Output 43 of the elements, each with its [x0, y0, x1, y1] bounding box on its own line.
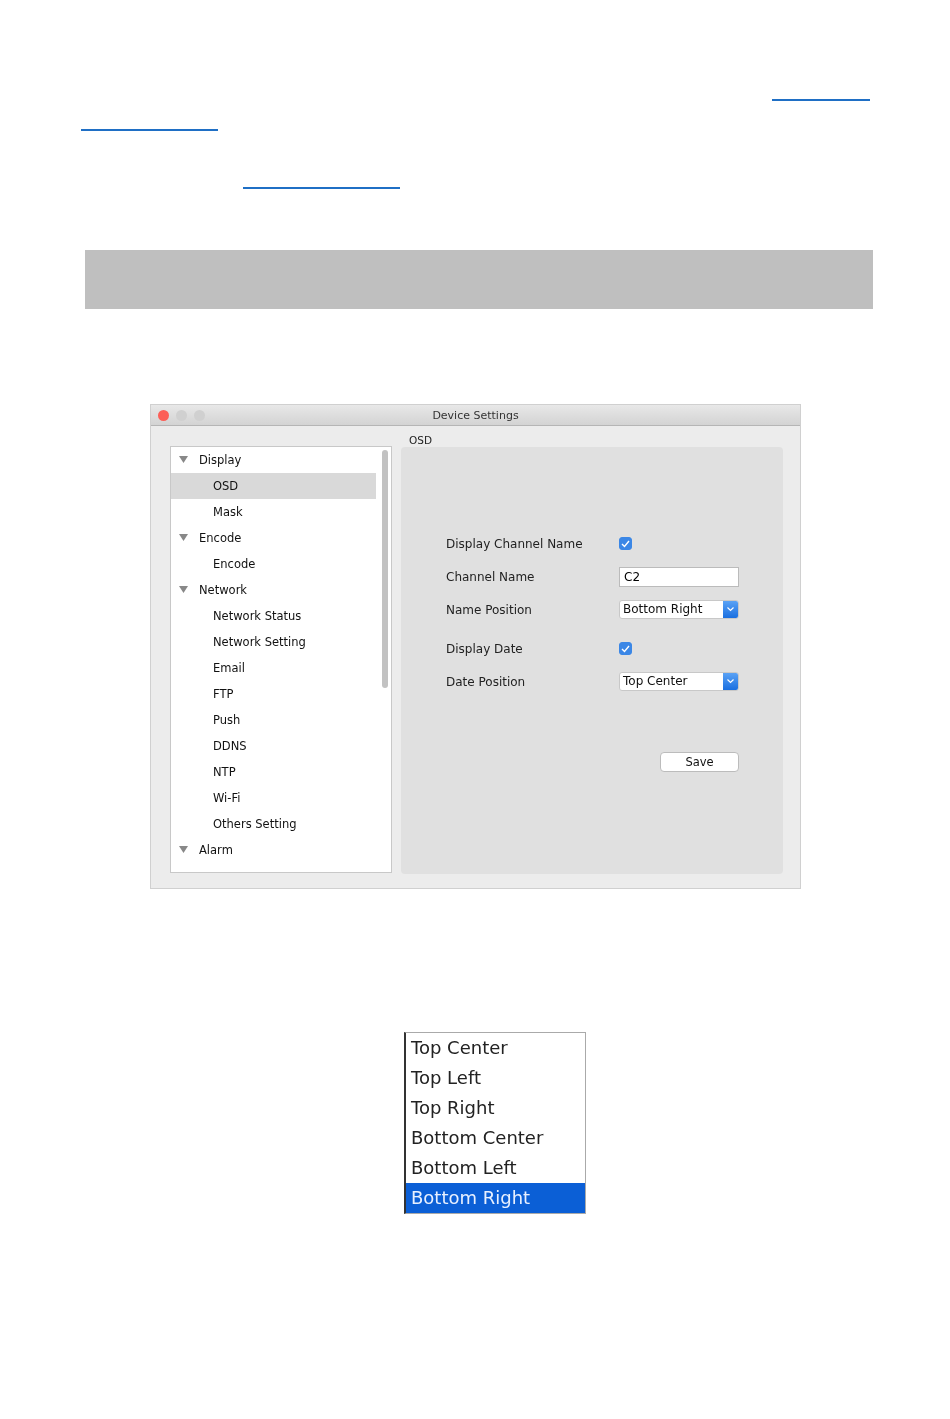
- dropdown-option[interactable]: Top Left: [406, 1063, 585, 1093]
- tree-item[interactable]: Encode: [171, 551, 376, 577]
- close-button[interactable]: [158, 409, 169, 421]
- disclosure-triangle-icon[interactable]: [179, 534, 188, 542]
- field-label: Name Position: [446, 602, 533, 617]
- dropdown-option[interactable]: Bottom Center: [406, 1123, 585, 1153]
- tree-item[interactable]: Email: [171, 655, 376, 681]
- tree-item[interactable]: Encode: [171, 525, 376, 551]
- chevron-icon[interactable]: [723, 601, 738, 618]
- dropdown-option[interactable]: Top Right: [406, 1093, 585, 1123]
- field-label: Channel Name: [446, 569, 536, 584]
- checkbox[interactable]: [619, 537, 632, 550]
- field-label: Display Date: [446, 641, 524, 656]
- tree-item[interactable]: Network Status: [171, 603, 376, 629]
- tree-item[interactable]: FTP: [171, 681, 376, 707]
- disclosure-triangle-icon[interactable]: [179, 846, 188, 854]
- window-title: Device Settings: [432, 408, 519, 422]
- tree-item[interactable]: OSD: [171, 473, 376, 499]
- tree-item[interactable]: Network: [171, 577, 376, 603]
- dropdown-option[interactable]: Bottom Right: [406, 1183, 585, 1213]
- tree-item[interactable]: Mask: [171, 499, 376, 525]
- tree-item[interactable]: Display: [171, 447, 376, 473]
- save-button[interactable]: Save: [660, 752, 739, 772]
- field-label: Date Position: [446, 674, 527, 689]
- tree-item[interactable]: DDNS: [171, 733, 376, 759]
- tree-item[interactable]: Wi-Fi: [171, 785, 376, 811]
- scrollbar-thumb[interactable]: [382, 450, 388, 688]
- field-label: Display Channel Name: [446, 536, 584, 551]
- channel-name-field[interactable]: C2: [619, 566, 739, 587]
- checkbox[interactable]: [619, 642, 632, 655]
- position-dropdown[interactable]: Bottom Right: [619, 600, 739, 619]
- tree-item[interactable]: Alarm: [171, 837, 376, 863]
- dropdown-option[interactable]: Bottom Left: [406, 1153, 585, 1183]
- chevron-icon[interactable]: [723, 673, 738, 690]
- tree-item[interactable]: Push: [171, 707, 376, 733]
- tree-item[interactable]: Network Setting: [171, 629, 376, 655]
- dropdown-option[interactable]: Top Center: [406, 1033, 585, 1063]
- tree-item[interactable]: NTP: [171, 759, 376, 785]
- tree-item[interactable]: Others Setting: [171, 811, 376, 837]
- position-dropdown[interactable]: Top Center: [619, 672, 739, 691]
- disclosure-triangle-icon[interactable]: [179, 586, 188, 594]
- panel-title: OSD: [409, 434, 433, 447]
- disclosure-triangle-icon[interactable]: [179, 456, 188, 464]
